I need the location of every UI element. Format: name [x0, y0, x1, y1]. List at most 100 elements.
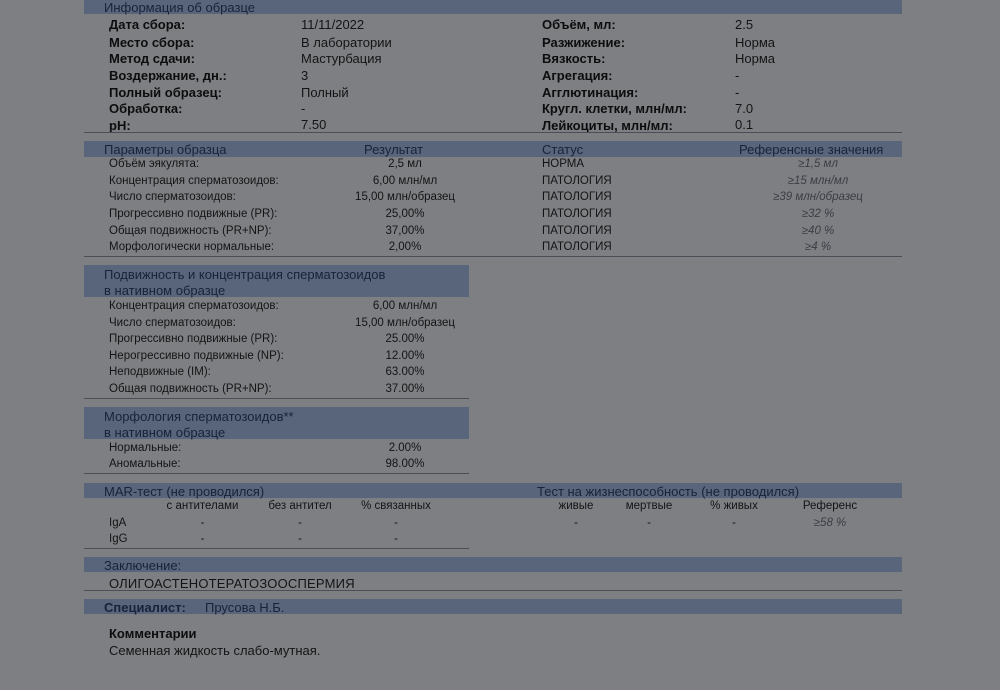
motility-row-name: Неподвижные (IM): — [109, 366, 211, 378]
conclusion-title: Заключение: — [104, 558, 182, 573]
param-result: 25,00% — [385, 208, 425, 220]
morphology-row-value: 98.00% — [385, 458, 425, 470]
processing-value: - — [301, 101, 306, 116]
mar-col: с антителами — [166, 500, 239, 512]
collection-place-label: Место сбора: — [109, 35, 195, 50]
param-name: Объём эякулята: — [109, 158, 200, 170]
mar-row-name: IgG — [109, 533, 128, 545]
viability-title: Тест на жизнеспособность (не проводился) — [537, 484, 800, 499]
viability-cell: - — [732, 517, 736, 529]
method-value: Мастурбация — [301, 51, 382, 66]
aggregation-label: Агрегация: — [542, 68, 613, 83]
param-name: Прогрессивно подвижные (PR): — [109, 208, 278, 220]
processing-label: Обработка: — [109, 101, 183, 116]
divider — [84, 473, 469, 474]
viscosity-value: Норма — [735, 51, 776, 66]
ph-value: 7.50 — [301, 117, 327, 132]
viscosity-label: Вязкость: — [542, 51, 606, 66]
param-result: 2,00% — [388, 241, 422, 253]
mar-cell: - — [394, 517, 398, 529]
method-label: Метод сдачи: — [109, 51, 195, 66]
mar-cell: - — [200, 533, 205, 545]
viability-ref: ≥58 % — [813, 517, 847, 529]
motility-row-name: Общая подвижность (PR+NP): — [109, 383, 272, 395]
specialist-label: Специалист: — [104, 600, 186, 615]
param-result: 37,00% — [385, 225, 425, 237]
param-result: 6,00 млн/мл — [372, 175, 438, 187]
motility-title-line2: в нативном образце — [104, 283, 226, 298]
param-status: ПАТОЛОГИЯ — [542, 175, 612, 187]
params-col-ref: Референсные значения — [739, 142, 884, 157]
params-col-result: Результат — [364, 142, 424, 157]
abstinence-label: Воздержание, дн.: — [109, 68, 227, 83]
param-name: Концентрация сперматозоидов: — [109, 175, 279, 187]
agglutination-value: - — [735, 85, 740, 100]
conclusion-text: ОЛИГОАСТЕНОТЕРАТОЗООСПЕРМИЯ — [109, 576, 355, 591]
motility-row-value: 15,00 млн/образец — [355, 317, 455, 329]
divider — [84, 590, 902, 591]
param-status: ПАТОЛОГИЯ — [542, 208, 612, 220]
param-status: ПАТОЛОГИЯ — [542, 191, 612, 203]
full-sample-label: Полный образец: — [109, 85, 222, 100]
params-col-param: Параметры образца — [104, 142, 227, 157]
viability-col: % живых — [710, 500, 758, 512]
motility-row-name: Число сперматозоидов: — [109, 317, 236, 329]
collection-date-value: 11/11/2022 — [301, 17, 365, 32]
viability-col: Референс — [802, 500, 858, 512]
specialist-name: Прусова Н.Б. — [205, 600, 285, 615]
morphology-title-line2: в нативном образце — [104, 425, 226, 440]
motility-row-name: Концентрация сперматозоидов: — [109, 300, 279, 312]
motility-row-name: Нерогрессивно подвижные (NP): — [109, 350, 284, 362]
viability-cell: - — [574, 517, 578, 529]
divider — [84, 132, 902, 133]
mar-cell: - — [298, 533, 302, 545]
liquefaction-value: Норма — [735, 35, 776, 50]
collection-place-value: В лаборатории — [301, 35, 392, 50]
divider — [84, 548, 469, 549]
param-ref: ≥39 млн/образец — [773, 191, 863, 203]
abstinence-value: 3 — [301, 68, 309, 83]
motility-row-value: 12.00% — [385, 350, 425, 362]
viability-col: мертвые — [625, 500, 673, 512]
viability-cell: - — [647, 517, 651, 529]
conclusion-header — [84, 557, 902, 572]
sample-info-title: Информация об образце — [104, 0, 255, 15]
param-ref: ≥32 % — [801, 208, 835, 220]
ph-label: pH: — [109, 118, 131, 133]
motility-title-line1: Подвижность и концентрация сперматозоидо… — [104, 267, 386, 282]
morphology-row-name: Нормальные: — [109, 442, 182, 454]
param-name: Число сперматозоидов: — [109, 191, 236, 203]
morphology-title-line1: Морфология сперматозоидов** — [104, 409, 294, 424]
divider — [84, 398, 469, 399]
motility-row-value: 25.00% — [385, 333, 425, 345]
motility-row-value: 6,00 млн/мл — [372, 300, 438, 312]
param-name: Морфологически нормальные: — [109, 241, 275, 253]
param-ref: ≥15 млн/мл — [787, 175, 849, 187]
liquefaction-label: Разжижение: — [542, 35, 626, 50]
comments-label: Комментарии — [109, 626, 197, 641]
param-status: ПАТОЛОГИЯ — [542, 225, 612, 237]
mar-col: без антител — [268, 500, 332, 512]
volume-label: Объём, мл: — [542, 17, 616, 32]
agglutination-label: Агглютинация: — [542, 85, 639, 100]
param-name: Общая подвижность (PR+NP): — [109, 225, 272, 237]
mar-row-name: IgA — [109, 517, 127, 529]
param-status: НОРМА — [542, 158, 585, 170]
motility-row-value: 63.00% — [385, 366, 425, 378]
divider — [84, 256, 902, 257]
leukocytes-label: Лейкоциты, млн/мл: — [542, 118, 673, 133]
morphology-row-name: Аномальные: — [109, 458, 181, 470]
mar-cell: - — [200, 517, 205, 529]
param-status: ПАТОЛОГИЯ — [542, 241, 612, 253]
mar-cell: - — [394, 533, 398, 545]
comments-text: Семенная жидкость слабо-мутная. — [109, 643, 321, 658]
morphology-row-value: 2.00% — [388, 442, 422, 454]
params-col-status: Статус — [542, 142, 584, 157]
param-result: 15,00 млн/образец — [355, 191, 455, 203]
leukocytes-value: 0.1 — [735, 117, 754, 132]
round-cells-label: Кругл. клетки, млн/мл: — [542, 101, 687, 116]
collection-date-label: Дата сбора: — [109, 17, 186, 32]
param-result: 2,5 мл — [388, 158, 422, 170]
param-ref: ≥1,5 мл — [798, 158, 838, 170]
param-ref: ≥4 % — [804, 241, 832, 253]
